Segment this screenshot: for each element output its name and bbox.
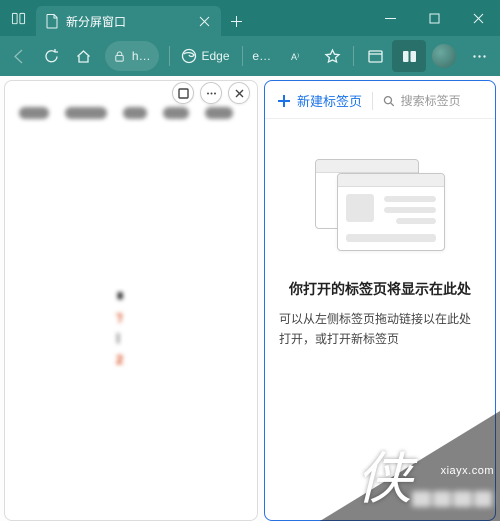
content-area: ∎ ⁊ ⁞ 2 新建标签页 [0,76,500,521]
new-tab-link[interactable]: 新建标签页 [277,91,362,110]
split-screen-button[interactable] [392,40,426,72]
separator [353,46,354,66]
pane-expand-button[interactable] [172,82,194,104]
address-bar[interactable]: h… [105,41,159,71]
right-pane-header: 新建标签页 [265,81,495,119]
read-aloud-button[interactable]: A⁾ [281,40,315,72]
favorites-button[interactable] [315,40,349,72]
address-text: h… [132,49,151,63]
truncated-label[interactable]: ed… [252,49,275,63]
edge-label: Edge [201,49,229,63]
empty-state-illustration [315,159,445,251]
page-icon [44,13,60,29]
left-pane[interactable]: ∎ ⁊ ⁞ 2 [4,80,258,521]
separator [372,92,373,110]
home-button[interactable] [69,40,99,72]
back-button[interactable] [4,40,34,72]
plus-icon [277,94,291,108]
profile-avatar[interactable] [432,44,456,68]
tab-search[interactable] [383,94,485,108]
collections-button[interactable] [358,40,392,72]
separator [242,46,243,66]
window-titlebar: 新分屏窗口 [0,0,500,36]
tab-close-button[interactable] [195,12,213,30]
tab-search-input[interactable] [401,94,485,108]
empty-state-description: 可以从左侧标签页拖动链接以在此处打开，或打开新标签页 [279,309,481,350]
window-controls [368,0,500,36]
search-icon [383,94,395,108]
edge-brand[interactable]: Edge [181,48,229,64]
tab-title: 新分屏窗口 [66,13,189,30]
browser-tab[interactable]: 新分屏窗口 [36,6,221,36]
separator [169,46,170,66]
refresh-button[interactable] [36,40,66,72]
empty-state-title: 你打开的标签页将显示在此处 [289,279,471,299]
split-pane-controls [172,82,250,104]
tab-actions-button[interactable] [0,0,36,36]
blurred-content: ∎ ⁊ ⁞ 2 [116,281,146,373]
svg-text:A⁾: A⁾ [291,52,299,62]
pane-more-button[interactable] [200,82,222,104]
minimize-button[interactable] [368,0,412,36]
pane-close-button[interactable] [228,82,250,104]
close-window-button[interactable] [456,0,500,36]
right-pane: 新建标签页 你打开的标签页将显示在此处 可以从左侧标签页拖动链接以在此处打开，或… [264,80,496,521]
new-tab-label: 新建标签页 [297,91,362,110]
new-tab-button[interactable] [221,6,251,36]
more-menu-button[interactable] [462,40,496,72]
lock-icon [113,50,126,63]
right-pane-body: 你打开的标签页将显示在此处 可以从左侧标签页拖动链接以在此处打开，或打开新标签页 [265,119,495,520]
maximize-button[interactable] [412,0,456,36]
browser-toolbar: h… Edge ed… A⁾ [0,36,500,76]
